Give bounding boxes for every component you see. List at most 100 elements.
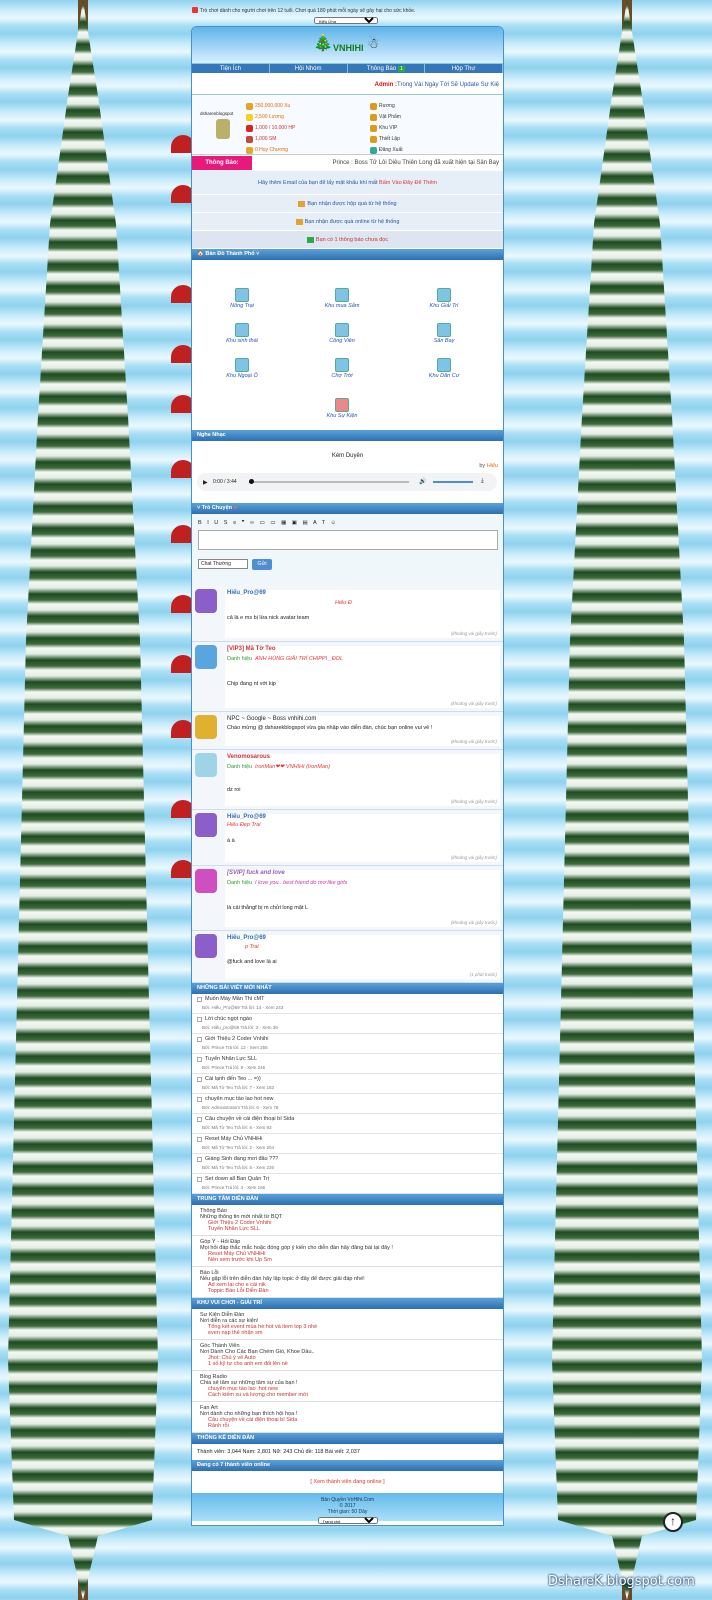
post-title[interactable]: Tuyển Nhân Lực SLL [205, 1056, 257, 1062]
loc-khu-dan-cu[interactable]: Khu Dân Cư [414, 358, 474, 379]
power-icon [246, 136, 253, 143]
notification-badge: 1 [398, 66, 405, 72]
forum-topic-link[interactable]: even nạp thẻ nhận sm [200, 1330, 495, 1336]
menu-thiet-lap[interactable]: Thiết Lập [370, 136, 400, 143]
main-panel: 🎄 VNHIHI ☃ Tiện Ích Hội Nhóm Thông Báo 1 … [191, 26, 504, 1526]
message-author[interactable]: Hiếu_Pro@69 [227, 935, 266, 941]
post-title[interactable]: Cái lạnh đến Teo ... =)) [205, 1076, 261, 1082]
post-item[interactable]: Reset Máy Chủ VNHiHi Bởi: Mã Tờ Teo Trả l… [192, 1134, 503, 1154]
forum-topic-link[interactable]: Tuyển Nhân Lực SLL [200, 1226, 495, 1232]
post-title[interactable]: Muốn Máy Mần Thì cMT [205, 996, 265, 1002]
post-title[interactable]: Reset Máy Chủ VNHiHi [205, 1136, 262, 1142]
forum-topic-link[interactable]: Cách kiếm xu và lượng cho member mới [200, 1392, 495, 1398]
post-title[interactable]: Giáng Sinh đang mơi đâu ??? [205, 1156, 278, 1162]
message-text: à à [227, 838, 235, 844]
forum-topic-link[interactable]: Toppic Báo Lỗi Diễn Đàn [200, 1288, 495, 1294]
forum-stats: Thành viên: 3,044 Nam: 2,801 Nữ: 243 Chủ… [197, 1449, 360, 1455]
post-title[interactable]: Giới Thiệu 2 Coder Vnhihi [205, 1036, 268, 1042]
message-title-label: Danh hiệu [227, 656, 253, 662]
loc-khu-giai-tri[interactable]: Khu Giải Trí [414, 288, 474, 309]
menu-ruong[interactable]: Rương [370, 103, 395, 110]
gift-box-notice[interactable]: Bạn nhận được hộp quà từ hệ thống [192, 195, 503, 213]
audio-player: ▶ 0:00 / 3:44 🔊 ⤓ [197, 473, 497, 491]
post-meta: Bởi: Prince Trả lời: 4 - Xem 166 [202, 1185, 266, 1190]
post-item[interactable]: chuyên mục tào lao hot new Bởi: Administr… [192, 1094, 503, 1114]
message-author[interactable]: Hiếu_Pro@69 [227, 590, 266, 596]
post-item[interactable]: Lời chúc ngọt ngào Bởi: Hiếu_pro@69 Trả l… [192, 1014, 503, 1034]
avatar[interactable] [195, 934, 217, 958]
download-icon[interactable]: ⤓ [481, 478, 484, 485]
nav-item-tien-ich[interactable]: Tiện Ích [192, 64, 270, 73]
forum-group: Fan Art Nơi dành cho những bạn thích hội … [192, 1402, 503, 1433]
post-item[interactable]: Câu chuyện về cái điện thoại bí Sida Bởi:… [192, 1114, 503, 1134]
seek-handle[interactable] [249, 479, 254, 484]
post-item[interactable]: Giới Thiệu 2 Coder Vnhihi Bởi: Prince Trả… [192, 1034, 503, 1054]
chat-message: Venomosarous Danh hiệu IronMan❤❤ VNHIHI … [192, 750, 503, 810]
post-title[interactable]: Câu chuyện về cái điện thoại bí Sida [205, 1116, 294, 1122]
loc-khu-sinh-thai[interactable]: Khu sinh thái [212, 323, 272, 344]
post-item[interactable]: Cái lạnh đến Teo ... =)) Bởi: Mã Tờ Teo T… [192, 1074, 503, 1094]
nav-item-hop-thu[interactable]: Hộp Thư [425, 64, 503, 73]
forum-center-header: TRUNG TÂM DIỄN ĐÀN [192, 1194, 503, 1205]
chat-textarea[interactable] [198, 530, 498, 550]
send-button[interactable]: Gửi [252, 559, 272, 570]
volume-slider[interactable] [433, 481, 473, 483]
message-text: cả là e ms bị lừa nick avatar team [227, 615, 310, 621]
loc-nong-trai[interactable]: Nông Trại [212, 288, 272, 309]
post-item[interactable]: Giáng Sinh đang mơi đâu ??? Bởi: Mã Tờ Te… [192, 1154, 503, 1174]
site-logo[interactable]: 🎄 VNHIHI ☃ [307, 33, 387, 59]
menu-dang-xuat[interactable]: Đăng Xuất [370, 147, 403, 154]
unread-notice[interactable]: Bạn có 1 thông báo chưa đọc [192, 231, 503, 249]
post-title[interactable]: Lời chúc ngọt ngào [205, 1016, 252, 1022]
post-title[interactable]: Set down all Ban Quản Trị [205, 1176, 269, 1182]
menu-khu-vip[interactable]: Khu VIP [370, 125, 397, 132]
message-author[interactable]: [SVIP] fuck and love [227, 870, 285, 876]
loc-cho-troi[interactable]: Chợ Trời [312, 358, 372, 379]
chat-message: Hiếu_Pro@69 Hiếu Đẹp Trai à à (khoảng và… [192, 810, 503, 866]
loc-khu-ngoai-o[interactable]: Khu Ngoại Ô [212, 358, 272, 379]
message-author[interactable]: Hiếu_Pro@69 [227, 814, 266, 820]
post-icon [197, 1057, 202, 1062]
loc-san-bay[interactable]: Sân Bay [414, 323, 474, 344]
style-select[interactable]: Kiểu Ứng [314, 17, 378, 24]
avatar[interactable] [195, 869, 217, 893]
nav-item-hoi-nhom[interactable]: Hội Nhóm [270, 64, 348, 73]
gold-icon [246, 114, 253, 121]
message-author[interactable]: Venomosarous [227, 754, 270, 760]
add-email-link[interactable]: Bấm Vào Đây Để Thêm [379, 180, 437, 186]
pine-tree-right [552, 0, 702, 1600]
avatar[interactable] [216, 119, 230, 139]
message-time: (khoảng vài giây trước) [450, 739, 497, 744]
message-author[interactable]: NPC ~ Google ~ Boss vnhihi.com [227, 716, 316, 722]
watermark: DshareK.blogspot.com [548, 1574, 695, 1589]
play-icon[interactable]: ▶ [203, 479, 208, 486]
post-title[interactable]: chuyên mục tào lao hot new [205, 1096, 274, 1102]
page-select[interactable]: Trang chủ [317, 1517, 378, 1524]
entertainment-icon [437, 288, 451, 302]
view-online-link[interactable]: [ Xem thành viên đang online ] [192, 1471, 503, 1493]
loc-khu-mua-sam[interactable]: Khu mua Sắm [312, 288, 372, 309]
forum-topic-link[interactable]: Nên xem trước khi Up Sm [200, 1257, 495, 1263]
avatar[interactable] [195, 645, 217, 669]
nav-item-thong-bao[interactable]: Thông Báo 1 [348, 64, 426, 73]
avatar[interactable] [195, 589, 217, 613]
avatar[interactable] [195, 715, 217, 739]
post-item[interactable]: Muốn Máy Mần Thì cMT Bởi: Hiếu_Pro@69 Trả… [192, 994, 503, 1014]
seek-bar[interactable] [249, 481, 409, 483]
volume-icon[interactable]: 🔊 [419, 478, 426, 485]
post-item[interactable]: Set down all Ban Quản Trị Bởi: Prince Trả… [192, 1174, 503, 1194]
chat-mode-select[interactable]: Chat Thường [198, 559, 248, 569]
forum-topic-link[interactable]: Rảnh rỗi [200, 1423, 495, 1429]
forum-topic-link[interactable]: 1 số kỹ tự cho anh em đối lên nè [200, 1361, 495, 1367]
message-title: Hiếu Đẹp Trai [227, 822, 261, 828]
post-item[interactable]: Tuyển Nhân Lực SLL Bởi: Prince Trả lời: 9… [192, 1054, 503, 1074]
avatar[interactable] [195, 753, 217, 777]
scroll-top-button[interactable]: ↑ [663, 1512, 683, 1532]
menu-vat-pham[interactable]: Vật Phẩm [370, 114, 401, 121]
message-author[interactable]: [VIP3] Mã Tờ Teo [227, 646, 276, 652]
online-gift-notice[interactable]: Bạn nhận được quà online từ hệ thống [192, 213, 503, 231]
avatar[interactable] [195, 813, 217, 837]
loc-khu-su-kien[interactable]: Khu Sự Kiện [312, 398, 372, 419]
loc-cong-vien[interactable]: Công Viên [312, 323, 372, 344]
editor-toolbar[interactable]: B I U S ≡ ❞ ∞ ▭ ▭ ▦ ▣ ▤ A T ☺ [198, 520, 338, 526]
